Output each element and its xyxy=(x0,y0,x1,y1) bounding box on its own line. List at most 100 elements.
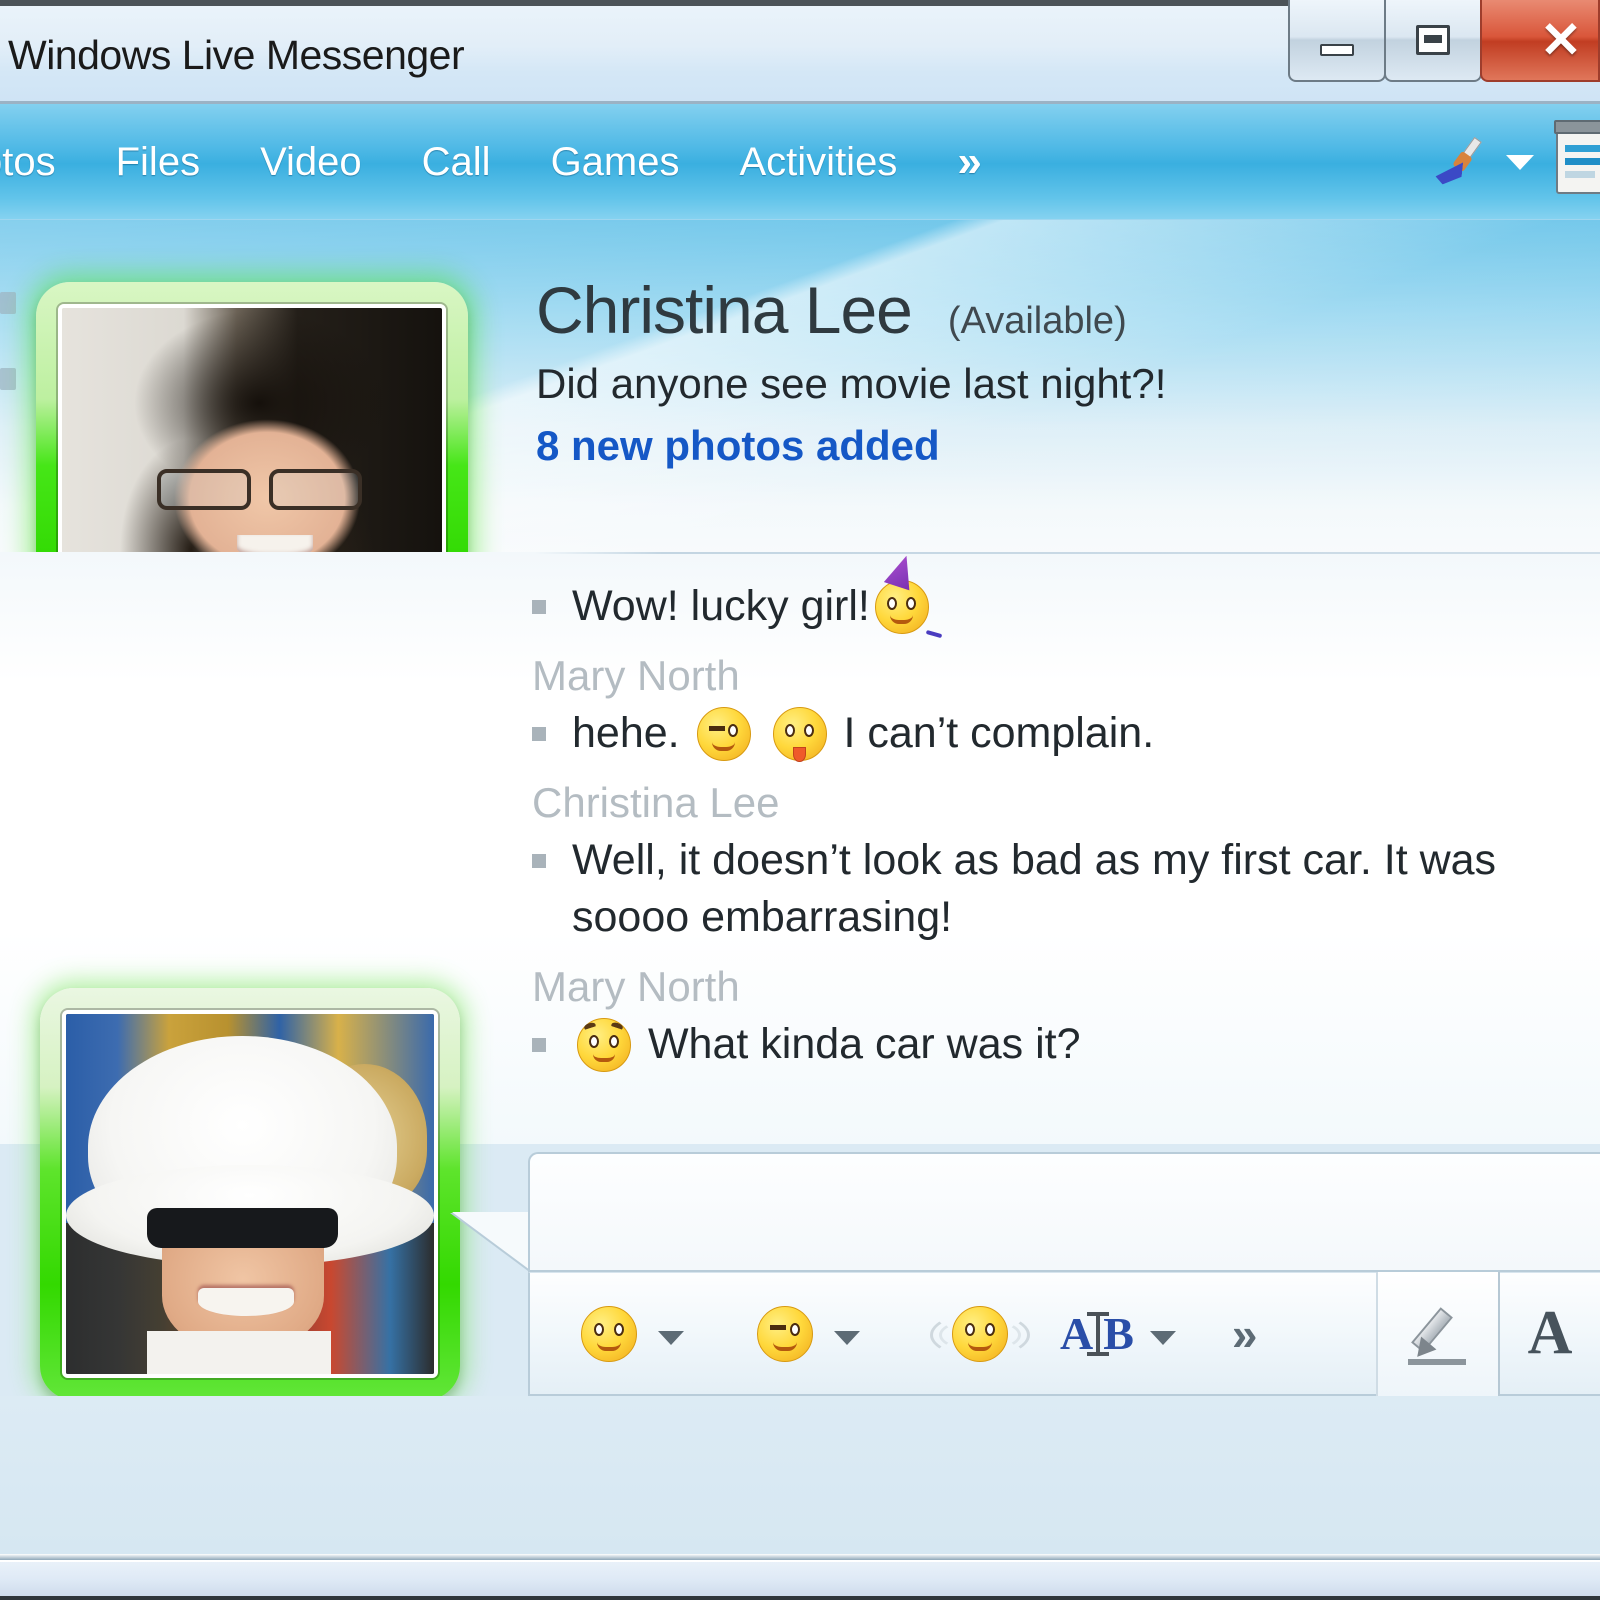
page-title: Christina Lee xyxy=(536,273,913,347)
menu-bar-tools xyxy=(1432,104,1600,220)
shirt xyxy=(146,1330,331,1374)
mouth xyxy=(773,1342,797,1351)
raised-eyebrow-face-icon xyxy=(577,1018,631,1073)
eye-left xyxy=(593,1322,604,1336)
chevron-down-icon[interactable] xyxy=(834,1330,860,1345)
message-text: Well, it doesn’t look as bad as my first… xyxy=(572,836,1497,942)
status-bar xyxy=(0,1560,1600,1600)
layout-header xyxy=(1554,120,1600,134)
pencil-underline xyxy=(1408,1358,1466,1365)
self-avatar xyxy=(62,1010,438,1378)
winking-smiley-icon xyxy=(757,1305,813,1362)
window-layout-icon[interactable] xyxy=(1554,120,1600,194)
eye-left xyxy=(769,1324,786,1330)
tongue xyxy=(793,746,806,763)
close-button[interactable]: ✕ xyxy=(1480,0,1600,82)
sidebar-edge-icon-2 xyxy=(0,368,16,390)
eye-right xyxy=(985,1322,996,1336)
self-photo xyxy=(66,1014,434,1374)
chevron-down-icon[interactable] xyxy=(1149,1330,1176,1345)
maximize-button[interactable] xyxy=(1384,0,1482,82)
sunglasses xyxy=(146,1208,339,1248)
message-text: Wow! lucky girl! xyxy=(572,578,942,639)
message-bullet xyxy=(532,727,546,742)
message-body-post: I can’t complain. xyxy=(843,709,1155,758)
sidebar-edge-icon-1 xyxy=(0,292,16,314)
close-icon: ✕ xyxy=(1540,12,1582,68)
minimize-button[interactable] xyxy=(1288,0,1386,82)
mouth xyxy=(890,615,914,624)
window-controls: ✕ xyxy=(1288,0,1600,88)
message-bullet xyxy=(532,600,546,614)
header-divider xyxy=(534,552,1600,554)
message-item: hehe. I can’t complain. xyxy=(526,705,1600,763)
smiley-icon xyxy=(581,1305,637,1362)
menu-item-overflow[interactable]: » xyxy=(927,137,1007,187)
toolbar-overflow-button[interactable]: » xyxy=(1232,1307,1257,1361)
menu-bar: otos Files Video Call Games Activities » xyxy=(0,104,1600,220)
menu-item-photos[interactable]: otos xyxy=(0,140,86,185)
eyeglasses xyxy=(153,469,366,510)
compose-tools: A B » xyxy=(530,1305,1257,1362)
message-input[interactable] xyxy=(528,1152,1600,1272)
message-body: Wow! lucky girl! xyxy=(572,582,870,630)
brow-left xyxy=(583,1021,598,1033)
layout-line-2 xyxy=(1565,158,1600,165)
new-photos-link[interactable]: 8 new photos added xyxy=(536,422,1166,470)
message-item: Well, it doesn’t look as bad as my first… xyxy=(526,832,1600,946)
message-text: hehe. I can’t complain. xyxy=(572,705,1155,763)
mouth xyxy=(597,1342,621,1351)
eye-right xyxy=(608,1034,619,1048)
mouth xyxy=(592,1054,616,1062)
message-sender: Mary North xyxy=(532,962,740,1010)
window-title: Windows Live Messenger xyxy=(8,32,465,78)
menu-item-games[interactable]: Games xyxy=(521,140,710,185)
menu-item-call[interactable]: Call xyxy=(392,140,521,185)
paintbrush-icon[interactable] xyxy=(1432,133,1490,191)
message-body: What kinda car was it? xyxy=(647,1020,1081,1069)
eye-left xyxy=(709,725,725,731)
status-badge: (Available) xyxy=(947,300,1127,342)
handwriting-mode-button[interactable] xyxy=(1376,1271,1500,1396)
lower-pane xyxy=(0,1396,1600,1554)
message-bullet xyxy=(532,854,546,869)
eye-left xyxy=(589,1034,600,1048)
menu-item-files[interactable]: Files xyxy=(86,140,230,185)
message-bullet xyxy=(532,1038,546,1053)
mouth xyxy=(712,742,735,751)
self-status-frame-available xyxy=(40,988,460,1400)
wink-picker-button[interactable] xyxy=(752,1305,860,1362)
party-horn xyxy=(925,629,942,639)
messenger-window: Windows Live Messenger ✕ otos Files Vide… xyxy=(0,0,1600,1600)
title-bar[interactable]: Windows Live Messenger ✕ xyxy=(0,0,1600,104)
eye-left xyxy=(784,723,795,737)
message-item: Wow! lucky girl! xyxy=(526,578,1600,639)
change-font-button[interactable]: A B xyxy=(1060,1307,1176,1360)
emoticon-picker-button[interactable] xyxy=(576,1305,684,1362)
eye-right xyxy=(790,1322,801,1336)
menu-item-video[interactable]: Video xyxy=(230,140,392,185)
menu-item-activities[interactable]: Activities xyxy=(710,140,928,185)
layout-line-3 xyxy=(1565,171,1595,178)
mouth xyxy=(968,1342,992,1351)
compose-toolbar: A B » A xyxy=(528,1271,1600,1396)
self-display-picture[interactable] xyxy=(40,988,460,1400)
tongue-out-face-icon xyxy=(772,707,827,763)
eye-right xyxy=(728,723,739,737)
contact-info: Christina Lee (Available) Did anyone see… xyxy=(536,272,1166,470)
pencil-icon xyxy=(1402,1301,1474,1367)
brow-right xyxy=(610,1021,625,1033)
chevron-down-icon[interactable] xyxy=(1506,154,1534,170)
message-body-pre: hehe. xyxy=(572,709,680,758)
message-sender: Christina Lee xyxy=(532,778,780,826)
ibeam-cursor-icon xyxy=(1087,1311,1110,1356)
input-balloon-tail xyxy=(452,1212,530,1270)
eye-right xyxy=(614,1322,625,1336)
personal-message: Did anyone see movie last night?! xyxy=(536,360,1167,407)
chevron-down-icon[interactable] xyxy=(658,1330,684,1345)
message-item: What kinda car was it? xyxy=(526,1016,1600,1073)
winking-face-icon xyxy=(696,707,751,762)
layout-line-1 xyxy=(1565,145,1600,152)
nudge-button[interactable] xyxy=(928,1305,1032,1362)
text-mode-button[interactable]: A xyxy=(1500,1272,1600,1396)
